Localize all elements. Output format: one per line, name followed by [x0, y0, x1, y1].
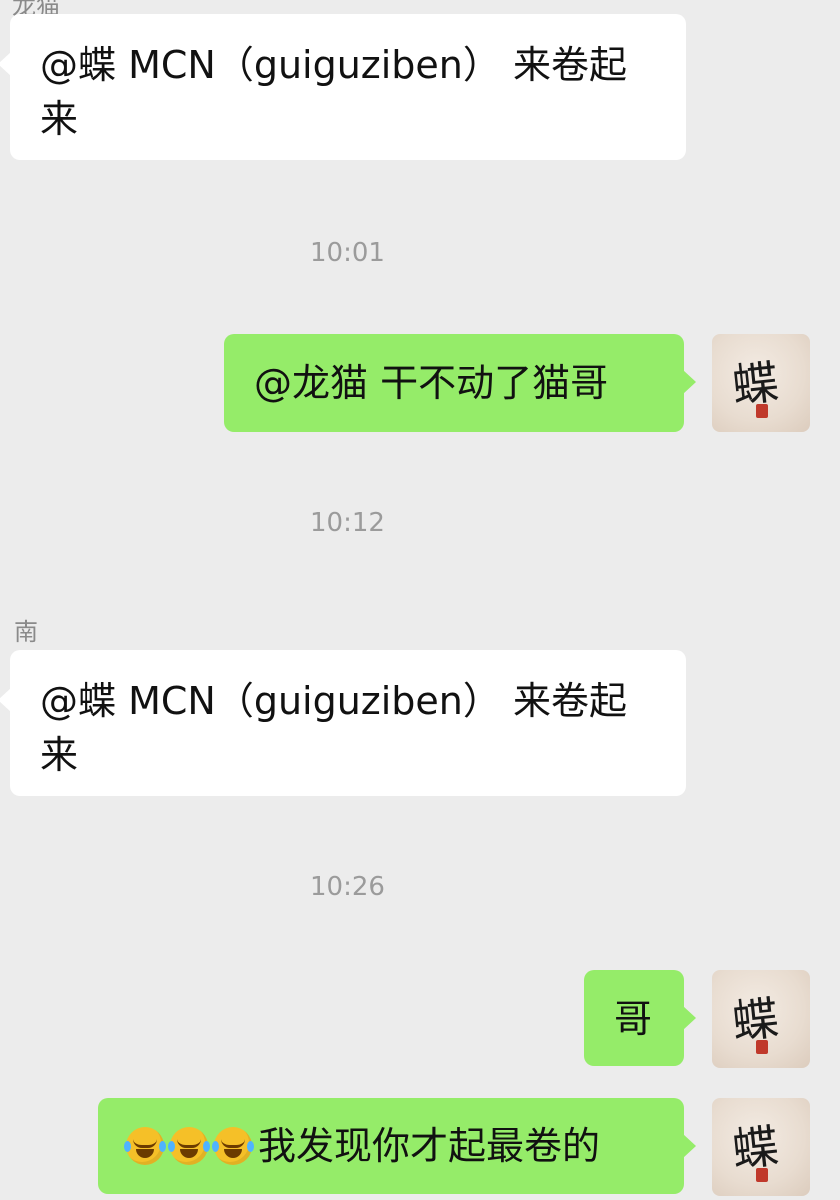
message-text: 我发现你才起最卷的	[258, 1124, 601, 1168]
seal-icon	[756, 404, 768, 418]
crying-laughing-icon	[124, 1127, 166, 1165]
incoming-message[interactable]: @蝶 MCN（guiguziben） 来卷起来	[0, 650, 686, 796]
outgoing-message[interactable]: 我发现你才起最卷的	[98, 1098, 696, 1194]
user-avatar[interactable]: 蝶	[712, 970, 810, 1068]
outgoing-message[interactable]: @龙猫 干不动了猫哥	[224, 334, 696, 432]
avatar-glyph: 蝶	[729, 1118, 782, 1178]
seal-icon	[756, 1168, 768, 1182]
timestamp: 10:01	[310, 238, 385, 268]
crying-laughing-icon	[212, 1127, 254, 1165]
message-text: @蝶 MCN（guiguziben） 来卷起来	[40, 679, 627, 777]
outgoing-message[interactable]: 哥	[584, 970, 696, 1066]
message-text: @龙猫 干不动了猫哥	[254, 361, 609, 405]
incoming-message[interactable]: @蝶 MCN（guiguziben） 来卷起来	[0, 14, 686, 160]
user-avatar[interactable]: 蝶	[712, 334, 810, 432]
message-text: @蝶 MCN（guiguziben） 来卷起来	[40, 43, 627, 141]
user-avatar[interactable]: 蝶	[712, 1098, 810, 1196]
message-text: 哥	[614, 997, 653, 1041]
timestamp: 10:12	[310, 508, 385, 538]
avatar-glyph: 蝶	[729, 354, 782, 414]
avatar-glyph: 蝶	[729, 990, 782, 1050]
sender-name: 南	[14, 618, 38, 646]
crying-laughing-icon	[168, 1127, 210, 1165]
timestamp: 10:26	[310, 872, 385, 902]
seal-icon	[756, 1040, 768, 1054]
